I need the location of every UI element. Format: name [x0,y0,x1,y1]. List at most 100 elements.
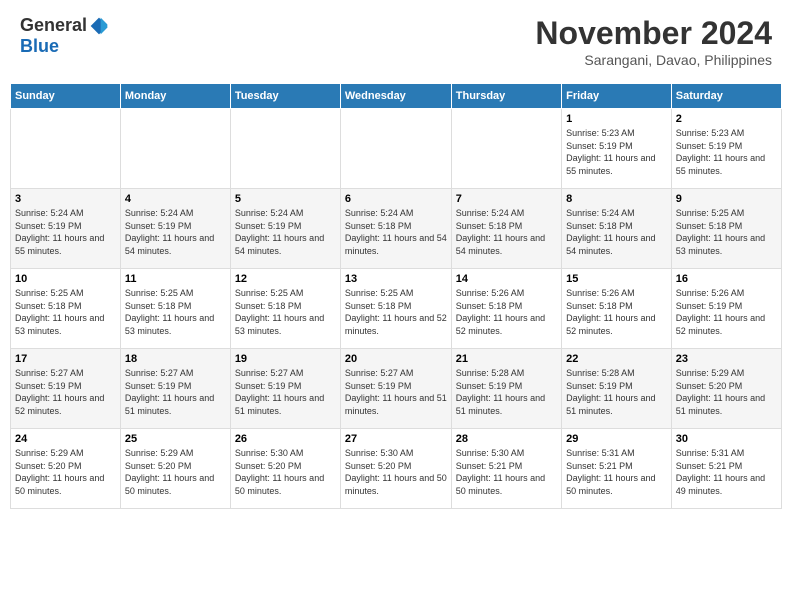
logo-blue: Blue [20,36,59,57]
day-info: Sunrise: 5:24 AM Sunset: 5:18 PM Dayligh… [456,207,557,257]
day-info: Sunrise: 5:27 AM Sunset: 5:19 PM Dayligh… [15,367,116,417]
day-number: 16 [676,273,777,285]
calendar-cell: 5 Sunrise: 5:24 AM Sunset: 5:19 PM Daylig… [230,189,340,269]
day-number: 6 [345,193,447,205]
day-number: 11 [125,273,226,285]
calendar-cell: 23 Sunrise: 5:29 AM Sunset: 5:20 PM Dayli… [671,349,781,429]
calendar-cell [451,109,561,189]
calendar-week-row: 24 Sunrise: 5:29 AM Sunset: 5:20 PM Dayli… [11,429,782,509]
day-number: 5 [235,193,336,205]
day-number: 30 [676,433,777,445]
day-info: Sunrise: 5:24 AM Sunset: 5:19 PM Dayligh… [15,207,116,257]
day-info: Sunrise: 5:25 AM Sunset: 5:18 PM Dayligh… [676,207,777,257]
calendar-cell [340,109,451,189]
calendar-day-header: Thursday [451,84,561,109]
day-number: 2 [676,113,777,125]
calendar-cell: 13 Sunrise: 5:25 AM Sunset: 5:18 PM Dayli… [340,269,451,349]
day-info: Sunrise: 5:27 AM Sunset: 5:19 PM Dayligh… [345,367,447,417]
day-info: Sunrise: 5:25 AM Sunset: 5:18 PM Dayligh… [345,287,447,337]
calendar-cell: 16 Sunrise: 5:26 AM Sunset: 5:19 PM Dayli… [671,269,781,349]
logo-text: General [20,15,109,36]
logo-general: General [20,15,87,36]
calendar-cell: 2 Sunrise: 5:23 AM Sunset: 5:19 PM Daylig… [671,109,781,189]
day-number: 15 [566,273,667,285]
day-number: 27 [345,433,447,445]
day-number: 13 [345,273,447,285]
day-number: 22 [566,353,667,365]
day-info: Sunrise: 5:24 AM Sunset: 5:18 PM Dayligh… [566,207,667,257]
calendar-cell: 12Sunrise: 5:25 AM Sunset: 5:18 PM Dayli… [230,269,340,349]
day-info: Sunrise: 5:23 AM Sunset: 5:19 PM Dayligh… [676,127,777,177]
day-number: 4 [125,193,226,205]
day-info: Sunrise: 5:30 AM Sunset: 5:20 PM Dayligh… [345,447,447,497]
day-info: Sunrise: 5:31 AM Sunset: 5:21 PM Dayligh… [676,447,777,497]
calendar-cell: 17Sunrise: 5:27 AM Sunset: 5:19 PM Dayli… [11,349,121,429]
calendar-cell: 27 Sunrise: 5:30 AM Sunset: 5:20 PM Dayli… [340,429,451,509]
calendar-cell: 22 Sunrise: 5:28 AM Sunset: 5:19 PM Dayli… [562,349,672,429]
day-info: Sunrise: 5:27 AM Sunset: 5:19 PM Dayligh… [235,367,336,417]
calendar-day-header: Friday [562,84,672,109]
calendar-week-row: 3 Sunrise: 5:24 AM Sunset: 5:19 PM Daylig… [11,189,782,269]
day-number: 24 [15,433,116,445]
calendar-cell [230,109,340,189]
calendar-cell: 1 Sunrise: 5:23 AM Sunset: 5:19 PM Daylig… [562,109,672,189]
day-number: 14 [456,273,557,285]
day-info: Sunrise: 5:26 AM Sunset: 5:18 PM Dayligh… [456,287,557,337]
day-number: 23 [676,353,777,365]
day-info: Sunrise: 5:29 AM Sunset: 5:20 PM Dayligh… [125,447,226,497]
day-number: 21 [456,353,557,365]
calendar-day-header: Tuesday [230,84,340,109]
month-title: November 2024 [535,15,772,52]
day-info: Sunrise: 5:25 AM Sunset: 5:18 PM Dayligh… [15,287,116,337]
calendar-table: SundayMondayTuesdayWednesdayThursdayFrid… [10,83,782,509]
title-section: November 2024 Sarangani, Davao, Philippi… [535,15,772,68]
calendar-cell: 15 Sunrise: 5:26 AM Sunset: 5:18 PM Dayli… [562,269,672,349]
logo: General Blue [20,15,109,57]
day-number: 1 [566,113,667,125]
day-number: 29 [566,433,667,445]
day-number: 19 [235,353,336,365]
day-info: Sunrise: 5:27 AM Sunset: 5:19 PM Dayligh… [125,367,226,417]
day-info: Sunrise: 5:24 AM Sunset: 5:19 PM Dayligh… [125,207,226,257]
calendar-cell: 18 Sunrise: 5:27 AM Sunset: 5:19 PM Dayli… [120,349,230,429]
day-info: Sunrise: 5:28 AM Sunset: 5:19 PM Dayligh… [566,367,667,417]
calendar-day-header: Sunday [11,84,121,109]
calendar-week-row: 17Sunrise: 5:27 AM Sunset: 5:19 PM Dayli… [11,349,782,429]
day-info: Sunrise: 5:29 AM Sunset: 5:20 PM Dayligh… [15,447,116,497]
calendar-week-row: 1 Sunrise: 5:23 AM Sunset: 5:19 PM Daylig… [11,109,782,189]
day-info: Sunrise: 5:29 AM Sunset: 5:20 PM Dayligh… [676,367,777,417]
calendar-day-header: Monday [120,84,230,109]
day-number: 8 [566,193,667,205]
day-number: 26 [235,433,336,445]
day-info: Sunrise: 5:30 AM Sunset: 5:21 PM Dayligh… [456,447,557,497]
calendar-cell: 8 Sunrise: 5:24 AM Sunset: 5:18 PM Daylig… [562,189,672,269]
calendar-cell: 7Sunrise: 5:24 AM Sunset: 5:18 PM Daylig… [451,189,561,269]
calendar-cell: 6Sunrise: 5:24 AM Sunset: 5:18 PM Daylig… [340,189,451,269]
calendar-cell: 19 Sunrise: 5:27 AM Sunset: 5:19 PM Dayli… [230,349,340,429]
day-info: Sunrise: 5:31 AM Sunset: 5:21 PM Dayligh… [566,447,667,497]
day-info: Sunrise: 5:26 AM Sunset: 5:18 PM Dayligh… [566,287,667,337]
calendar-cell: 26 Sunrise: 5:30 AM Sunset: 5:20 PM Dayli… [230,429,340,509]
day-info: Sunrise: 5:23 AM Sunset: 5:19 PM Dayligh… [566,127,667,177]
day-number: 25 [125,433,226,445]
day-info: Sunrise: 5:24 AM Sunset: 5:19 PM Dayligh… [235,207,336,257]
calendar-day-header: Saturday [671,84,781,109]
calendar-header-row: SundayMondayTuesdayWednesdayThursdayFrid… [11,84,782,109]
calendar-cell: 30 Sunrise: 5:31 AM Sunset: 5:21 PM Dayli… [671,429,781,509]
calendar-cell: 11Sunrise: 5:25 AM Sunset: 5:18 PM Dayli… [120,269,230,349]
calendar-cell: 4 Sunrise: 5:24 AM Sunset: 5:19 PM Daylig… [120,189,230,269]
day-info: Sunrise: 5:26 AM Sunset: 5:19 PM Dayligh… [676,287,777,337]
calendar-day-header: Wednesday [340,84,451,109]
calendar-cell: 9 Sunrise: 5:25 AM Sunset: 5:18 PM Daylig… [671,189,781,269]
day-info: Sunrise: 5:30 AM Sunset: 5:20 PM Dayligh… [235,447,336,497]
day-number: 18 [125,353,226,365]
day-number: 3 [15,193,116,205]
calendar-cell: 25 Sunrise: 5:29 AM Sunset: 5:20 PM Dayli… [120,429,230,509]
day-number: 20 [345,353,447,365]
calendar-cell: 21Sunrise: 5:28 AM Sunset: 5:19 PM Dayli… [451,349,561,429]
calendar-cell: 14 Sunrise: 5:26 AM Sunset: 5:18 PM Dayli… [451,269,561,349]
day-number: 9 [676,193,777,205]
location: Sarangani, Davao, Philippines [535,52,772,68]
calendar-cell: 24 Sunrise: 5:29 AM Sunset: 5:20 PM Dayli… [11,429,121,509]
day-info: Sunrise: 5:25 AM Sunset: 5:18 PM Dayligh… [235,287,336,337]
